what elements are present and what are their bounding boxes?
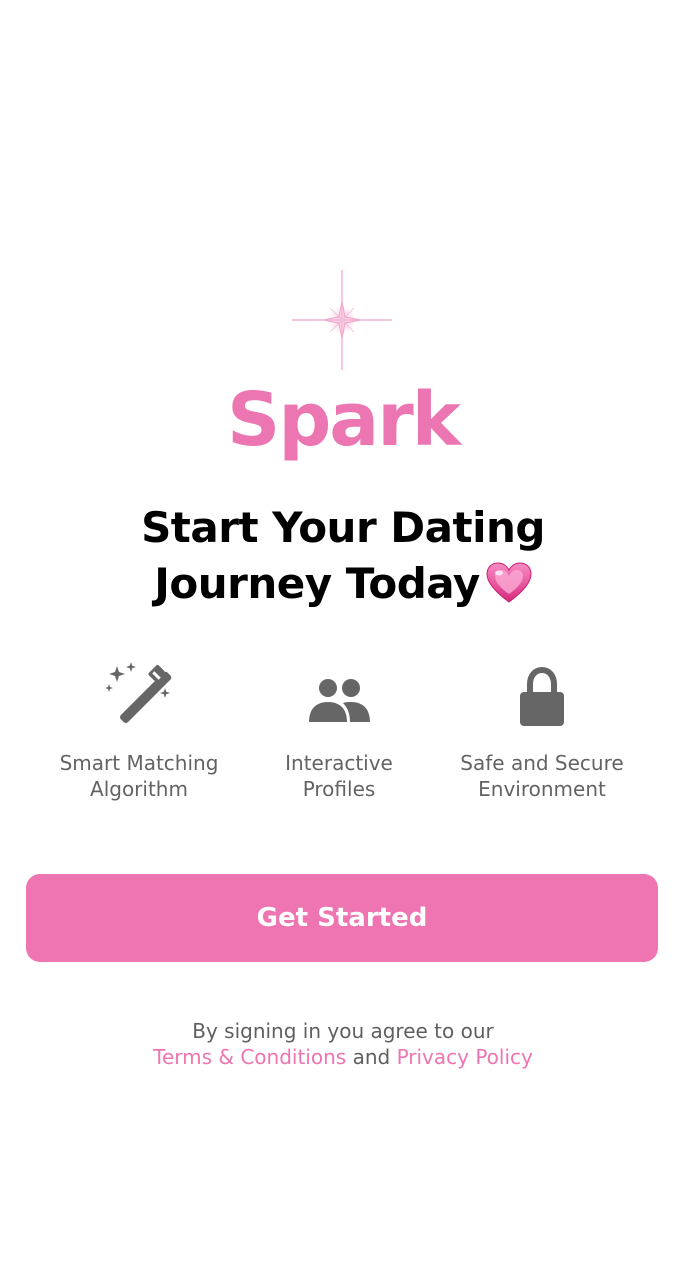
welcome-screen: Spark Start Your Dating Journey Today Sm… [0,0,686,1272]
terms-link[interactable]: Terms & Conditions [153,1045,346,1069]
feature-smart-matching: Smart Matching Algorithm [29,660,249,802]
headline-line-2-wrap: Journey Today [60,556,626,612]
feature-label-safe-secure: Safe and Secure Environment [432,750,652,802]
feature-label-line-1: Interactive [285,751,393,775]
feature-label-line-2: Environment [478,777,606,801]
features-row: Smart Matching Algorithm Interactive Pro… [0,660,686,810]
privacy-link[interactable]: Privacy Policy [397,1045,533,1069]
feature-label-interactive-profiles: Interactive Profiles [229,750,449,802]
feature-label-line-2: Profiles [302,777,376,801]
feature-safe-secure: Safe and Secure Environment [432,660,652,802]
feature-label-smart-matching: Smart Matching Algorithm [29,750,249,802]
headline-line-2: Journey Today [154,559,480,608]
heart-emoji-icon [486,561,532,603]
feature-label-line-1: Smart Matching [59,751,219,775]
headline: Start Your Dating Journey Today [60,500,626,612]
lock-icon [520,666,564,726]
feature-interactive-profiles: Interactive Profiles [229,660,449,802]
legal-prefix: By signing in you agree to our [192,1019,494,1043]
headline-line-1: Start Your Dating [141,503,545,552]
legal-text: By signing in you agree to our Terms & C… [0,1018,686,1070]
legal-conjunction: and [352,1045,391,1069]
people-icon [309,679,370,722]
feature-label-line-1: Safe and Secure [460,751,624,775]
get-started-button[interactable]: Get Started [26,874,658,962]
feature-label-line-2: Algorithm [90,777,188,801]
magic-wand-icon [105,662,172,723]
app-logo: Spark [227,377,461,463]
sparkle-icon [292,270,392,370]
